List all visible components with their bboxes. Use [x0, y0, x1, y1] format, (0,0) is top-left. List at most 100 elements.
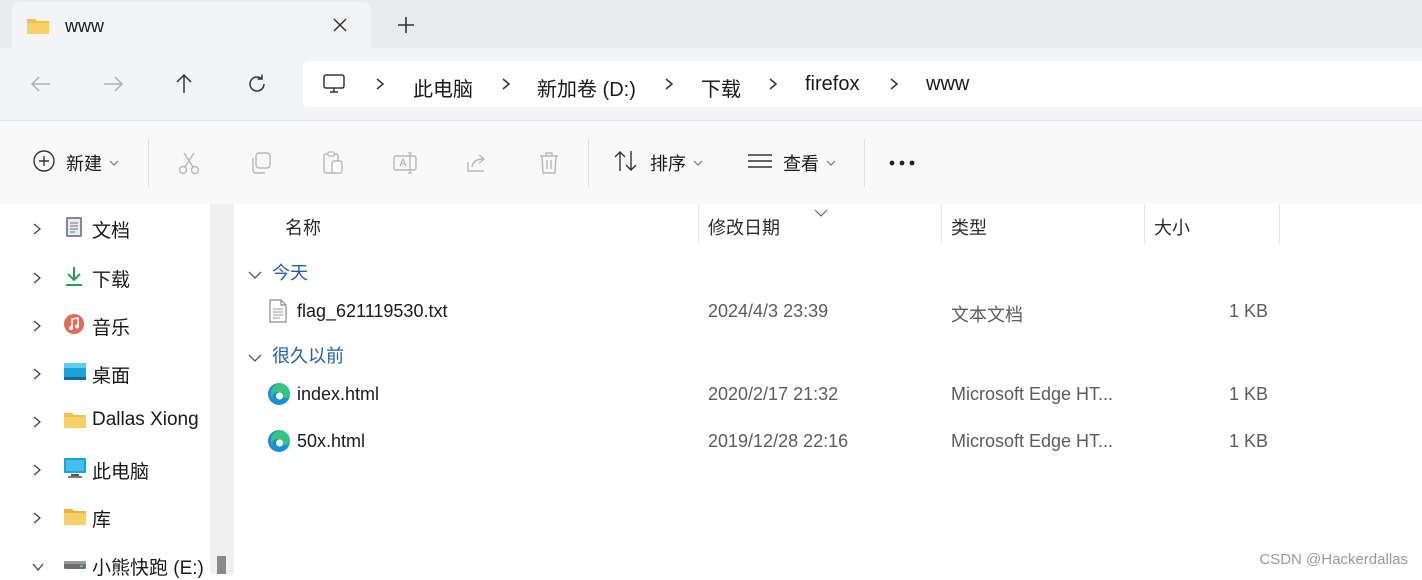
- copy-icon: [248, 150, 274, 176]
- toolbar-divider: [588, 139, 589, 187]
- tab-title: www: [65, 16, 104, 36]
- plus-circle-icon: [32, 149, 56, 178]
- chevron-down-icon: [248, 264, 262, 285]
- group-label: 今天: [272, 263, 308, 283]
- rename-button[interactable]: [392, 149, 418, 177]
- share-button[interactable]: [464, 149, 490, 177]
- column-header-size[interactable]: 大小: [1154, 214, 1190, 240]
- sort-indicator-icon: [814, 204, 828, 222]
- delete-button[interactable]: [536, 149, 562, 177]
- file-date: 2019/12/28 22:16: [708, 431, 849, 451]
- column-header-type[interactable]: 类型: [951, 214, 987, 240]
- sort-button[interactable]: 排序: [612, 149, 703, 177]
- up-arrow-icon[interactable]: [170, 70, 198, 98]
- chevron-right-icon[interactable]: [32, 367, 42, 385]
- breadcrumb-separator-icon[interactable]: [663, 77, 675, 91]
- edge-html-icon: [267, 382, 291, 406]
- navigation-scrollbar[interactable]: [210, 204, 234, 574]
- forward-arrow-icon[interactable]: [99, 70, 127, 98]
- new-button[interactable]: 新建: [32, 149, 119, 177]
- chevron-down-icon[interactable]: [32, 559, 44, 577]
- sidebar-item-drive-e[interactable]: 小熊快跑 (E:): [0, 550, 210, 580]
- scrollbar-thumb[interactable]: [217, 556, 226, 574]
- close-tab-icon[interactable]: [330, 15, 350, 35]
- download-icon: [63, 265, 85, 287]
- file-size: 1 KB: [1228, 431, 1268, 451]
- drive-icon: [63, 553, 86, 575]
- file-name: flag_621119530.txt: [297, 301, 448, 321]
- refresh-icon[interactable]: [243, 70, 271, 98]
- sidebar-item-desktop[interactable]: 桌面: [0, 358, 210, 388]
- tab-strip: www: [0, 0, 1422, 48]
- file-name: 50x.html: [297, 431, 366, 451]
- column-divider[interactable]: [1144, 204, 1145, 244]
- sidebar-item-downloads[interactable]: 下载: [0, 262, 210, 292]
- group-label: 很久以前: [272, 346, 344, 366]
- file-date: 2024/4/3 23:39: [708, 301, 829, 321]
- chevron-down-icon: [826, 154, 836, 172]
- sidebar-item-library[interactable]: 库: [0, 502, 210, 532]
- music-icon: [63, 313, 85, 335]
- view-button-label: 查看: [783, 154, 819, 174]
- chevron-right-icon[interactable]: [32, 463, 42, 481]
- sidebar-item-label: Dallas Xiong: [92, 409, 199, 430]
- breadcrumb-firefox[interactable]: firefox: [805, 73, 859, 96]
- file-row[interactable]: flag_621119530.txt 2024/4/3 23:39 文本文档 1…: [234, 291, 1422, 331]
- watermark: CSDN @Hackerdallas: [1259, 551, 1408, 568]
- new-button-label: 新建: [66, 154, 102, 174]
- computer-icon[interactable]: [322, 73, 346, 100]
- sidebar-item-label: 下载: [92, 270, 131, 291]
- breadcrumb-separator-icon[interactable]: [500, 77, 512, 91]
- column-header-date[interactable]: 修改日期: [708, 214, 780, 240]
- breadcrumb-separator-icon[interactable]: [888, 77, 900, 91]
- new-tab-button[interactable]: [395, 14, 417, 36]
- cut-button[interactable]: [176, 149, 202, 177]
- chevron-right-icon[interactable]: [32, 319, 42, 337]
- file-row[interactable]: index.html 2020/2/17 21:32 Microsoft Edg…: [234, 374, 1422, 414]
- chevron-down-icon: [248, 347, 262, 368]
- column-divider[interactable]: [1279, 204, 1280, 244]
- breadcrumb-drive-d[interactable]: 新加卷 (D:): [537, 73, 636, 102]
- file-name: index.html: [297, 384, 380, 404]
- more-options-button[interactable]: [888, 149, 916, 177]
- sidebar-item-label: 文档: [92, 221, 131, 242]
- breadcrumb-this-pc[interactable]: 此电脑: [413, 73, 473, 102]
- share-icon: [464, 150, 490, 176]
- breadcrumb-separator-icon[interactable]: [374, 77, 386, 91]
- folder-icon: [63, 409, 86, 431]
- chevron-right-icon[interactable]: [32, 222, 42, 240]
- rename-icon: [392, 150, 418, 176]
- column-divider[interactable]: [698, 204, 699, 244]
- address-bar[interactable]: 此电脑 新加卷 (D:) 下载 firefox www: [303, 61, 1422, 107]
- view-button[interactable]: 查看: [747, 149, 836, 177]
- column-header-name[interactable]: 名称: [285, 214, 321, 240]
- clipboard-icon: [320, 150, 346, 176]
- chevron-right-icon[interactable]: [32, 415, 42, 433]
- breadcrumb-downloads[interactable]: 下载: [701, 73, 741, 102]
- toolbar-divider: [864, 139, 865, 187]
- command-bar: 新建 排序 查看: [0, 120, 1422, 205]
- copy-button[interactable]: [248, 149, 274, 177]
- breadcrumb-www[interactable]: www: [926, 73, 969, 96]
- file-row[interactable]: 50x.html 2019/12/28 22:16 Microsoft Edge…: [234, 421, 1422, 461]
- sidebar-item-documents[interactable]: 文档: [0, 213, 210, 243]
- paste-button[interactable]: [320, 149, 346, 177]
- column-divider[interactable]: [941, 204, 942, 244]
- file-size: 1 KB: [1228, 301, 1268, 321]
- sidebar-item-music[interactable]: 音乐: [0, 310, 210, 340]
- folder-icon: [26, 16, 50, 41]
- file-type: 文本文档: [951, 305, 1023, 325]
- file-size: 1 KB: [1228, 384, 1268, 404]
- sidebar-item-this-pc[interactable]: 此电脑: [0, 454, 210, 484]
- chevron-right-icon[interactable]: [32, 271, 42, 289]
- chevron-right-icon[interactable]: [32, 511, 42, 529]
- chevron-down-icon: [693, 154, 703, 172]
- tab-www[interactable]: www: [12, 2, 371, 48]
- sidebar-item-dallas-xiong[interactable]: Dallas Xiong: [0, 406, 210, 436]
- sidebar-item-label: 小熊快跑 (E:): [92, 558, 204, 579]
- view-lines-icon: [747, 151, 773, 176]
- text-file-icon: [267, 299, 291, 323]
- back-arrow-icon[interactable]: [27, 70, 55, 98]
- breadcrumb-separator-icon[interactable]: [767, 77, 779, 91]
- edge-html-icon: [267, 429, 291, 453]
